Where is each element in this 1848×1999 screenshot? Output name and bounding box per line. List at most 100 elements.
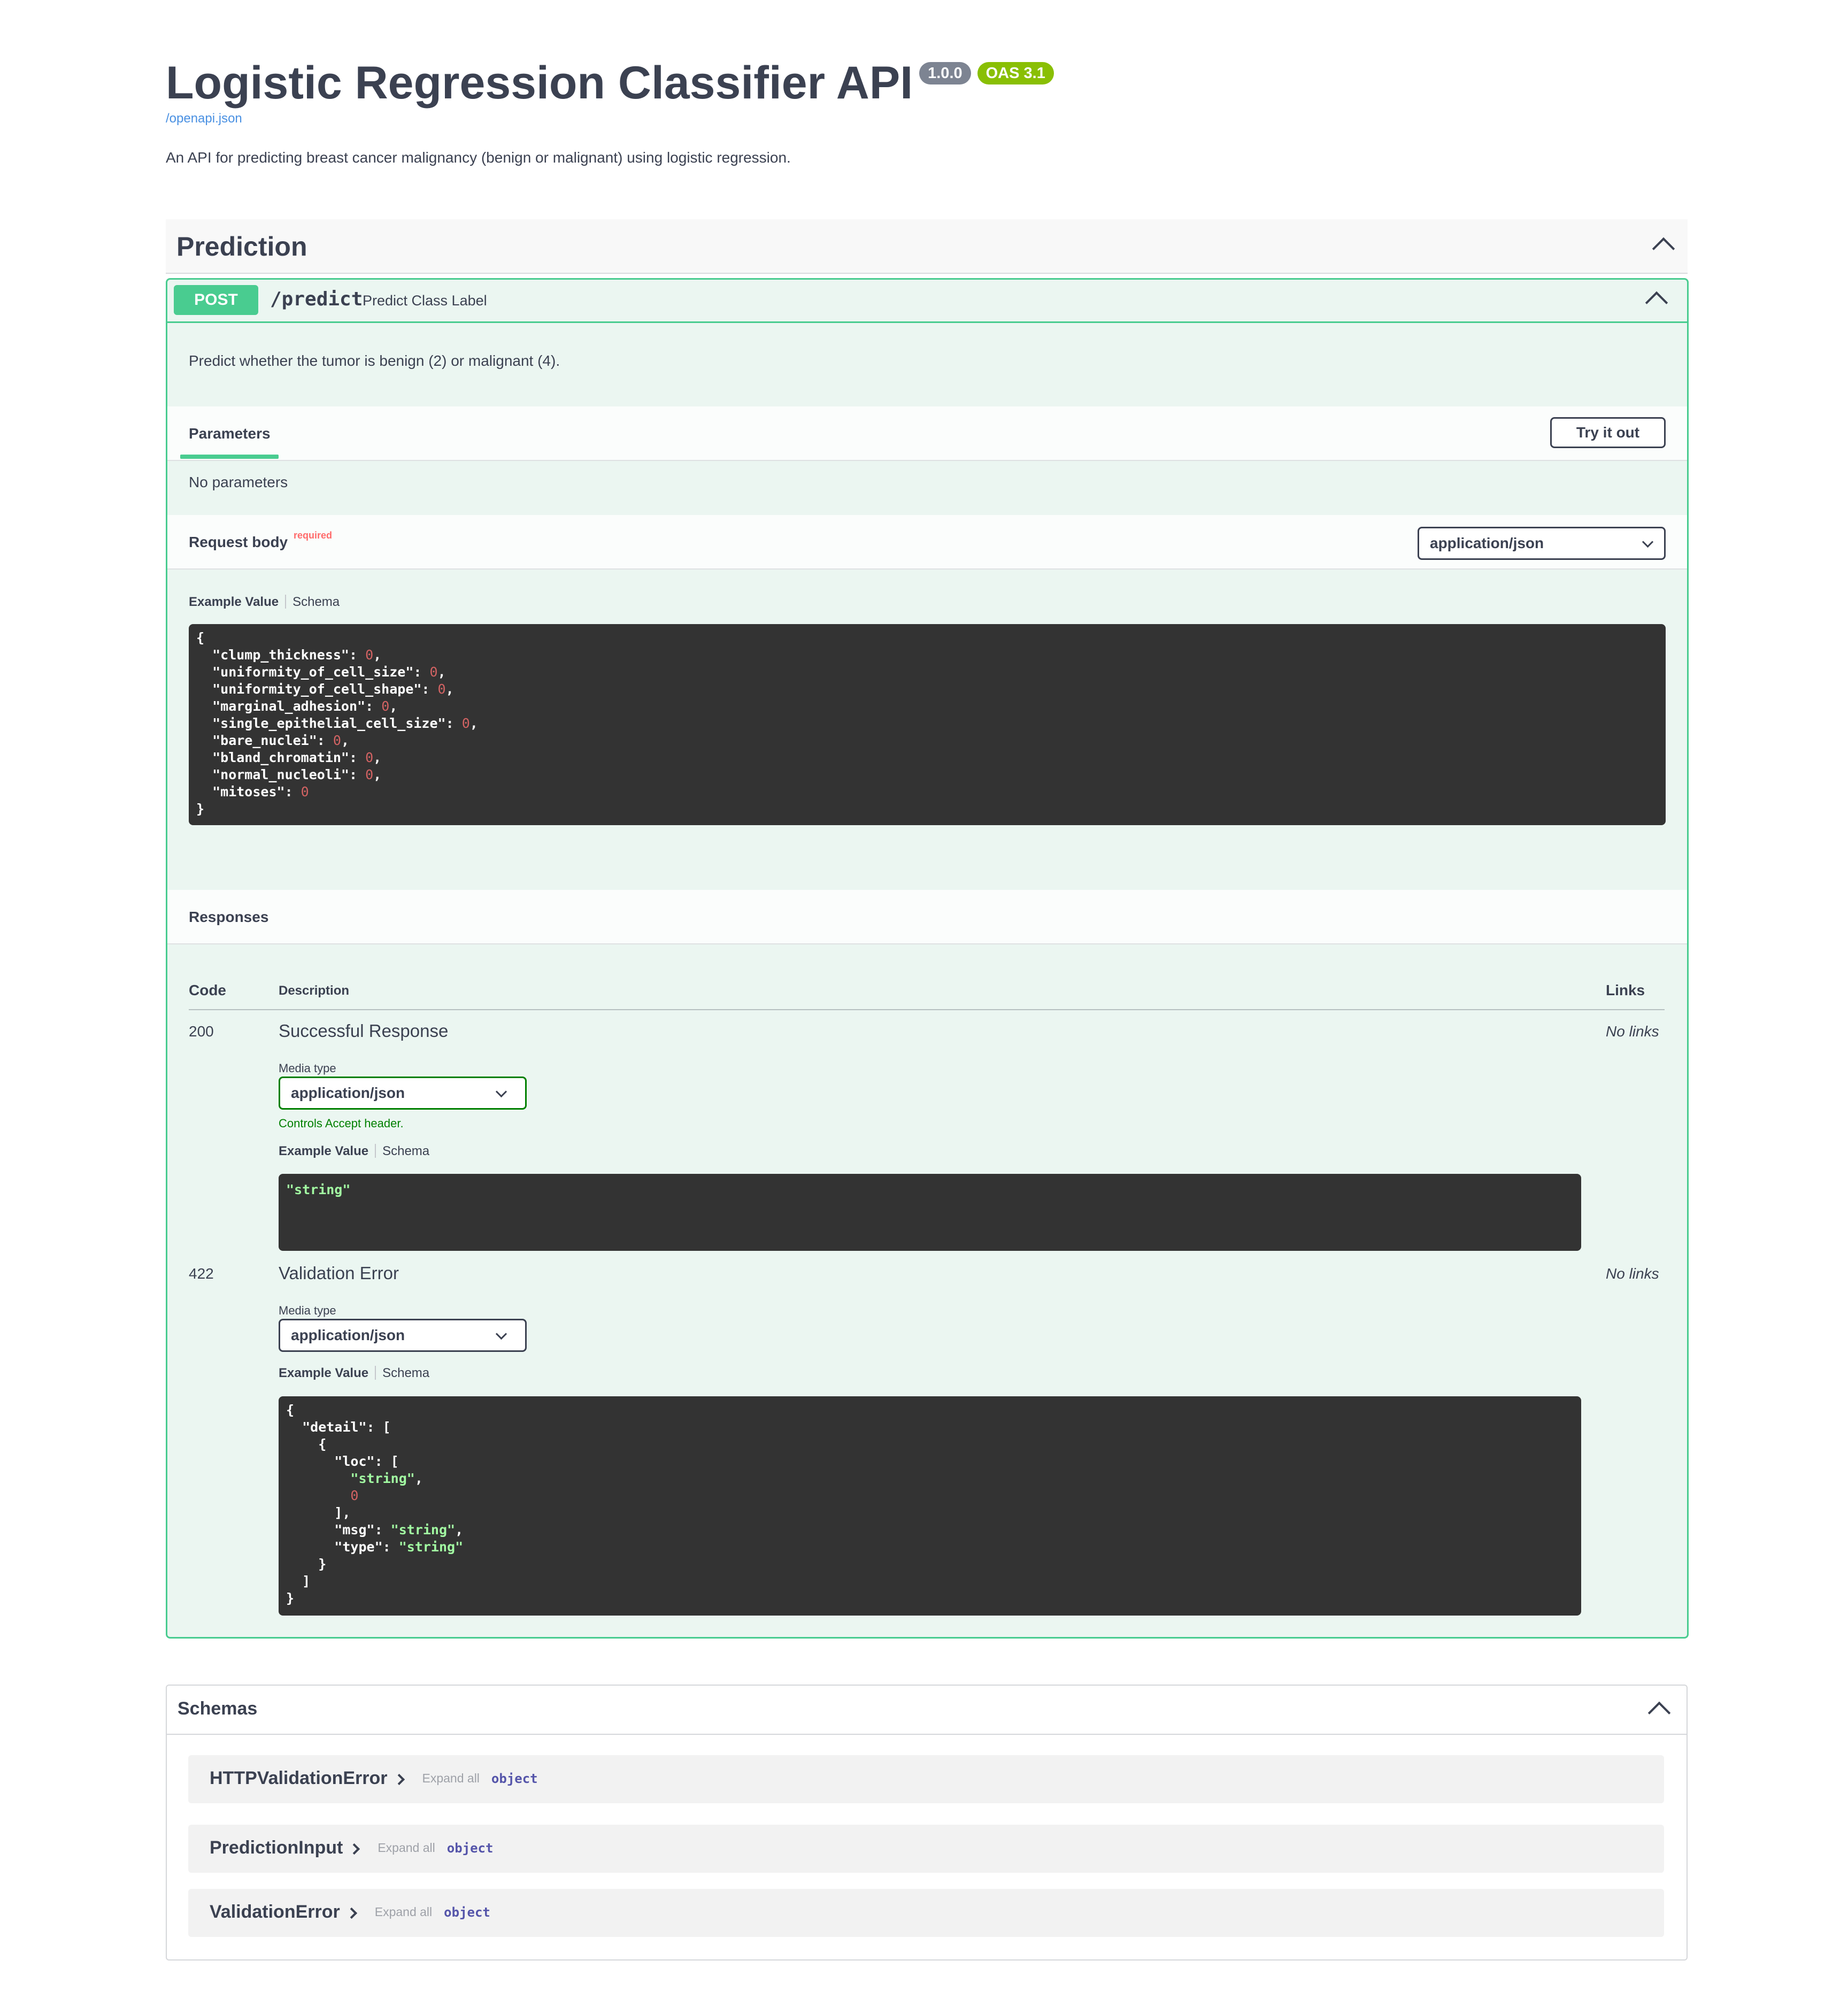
chevron-down-icon: [495, 1328, 507, 1340]
schemas-header[interactable]: Schemas: [167, 1686, 1687, 1735]
code-line: ]: [286, 1573, 311, 1589]
operation-summary-text: Predict Class Label: [363, 293, 487, 309]
code-line: "string",: [350, 1471, 423, 1486]
code-brace: }: [196, 801, 205, 817]
schema-row-httpvalidationerror[interactable]: HTTPValidationError Expand all object: [188, 1755, 1664, 1803]
code-line: "marginal_adhesion": 0,: [196, 698, 397, 714]
code-punct: ,: [373, 767, 382, 782]
chevron-up-icon[interactable]: [1652, 237, 1675, 260]
code-key: "bland_chromatin":: [196, 750, 366, 765]
code-number: 0: [437, 681, 446, 697]
expand-all-link[interactable]: Expand all: [422, 1771, 480, 1786]
api-title-row: Logistic Regression Classifier API 1.0.0…: [166, 60, 1054, 106]
code-number: 0: [365, 647, 374, 663]
code-line: "single_epithelial_cell_size": 0,: [196, 716, 478, 731]
operation-post-predict: POST /predict Predict Class Label Predic…: [166, 278, 1689, 1639]
schema-name[interactable]: PredictionInput: [210, 1837, 343, 1858]
col-description-header: Description: [279, 983, 350, 998]
tab-schema[interactable]: Schema: [382, 1366, 429, 1380]
response-links-422: No links: [1606, 1265, 1659, 1282]
code-line: "bare_nuclei": 0,: [196, 733, 349, 748]
request-body-header: Request body required application/json: [167, 515, 1687, 570]
tag-section-prediction[interactable]: Prediction: [166, 219, 1688, 274]
chevron-right-icon[interactable]: [349, 1843, 360, 1855]
tab-schema[interactable]: Schema: [382, 1144, 429, 1158]
tab-example-value[interactable]: Example Value: [279, 1144, 368, 1158]
schema-type: object: [491, 1771, 538, 1786]
code-line: }: [286, 1590, 295, 1606]
code-string: "string": [398, 1539, 464, 1555]
response-media-type-select-200[interactable]: application/json: [279, 1077, 527, 1110]
tab-example-value[interactable]: Example Value: [189, 595, 279, 609]
code-number: 0: [333, 733, 341, 748]
chevron-right-icon[interactable]: [393, 1773, 405, 1786]
response-description-200: Successful Response: [279, 1021, 449, 1041]
code-line: {: [286, 1402, 295, 1418]
try-it-out-button[interactable]: Try it out: [1550, 417, 1666, 448]
code-number: 0: [381, 698, 390, 714]
code-key: "bare_nuclei":: [196, 733, 333, 748]
response-example-tabs-200: Example Value Schema: [279, 1144, 429, 1159]
table-divider: [189, 1009, 1665, 1010]
schema-type: object: [446, 1840, 494, 1856]
schema-row-validationerror[interactable]: ValidationError Expand all object: [188, 1889, 1664, 1937]
openapi-spec-link[interactable]: /openapi.json: [166, 111, 242, 126]
code-number: 0: [461, 716, 470, 731]
chevron-down-icon: [1642, 536, 1654, 548]
tab-divider: [375, 1366, 376, 1380]
code-number: 0: [429, 664, 438, 680]
expand-all-link[interactable]: Expand all: [375, 1905, 432, 1919]
responses-header: Responses: [167, 890, 1687, 944]
tab-parameters[interactable]: Parameters: [189, 425, 271, 442]
parameters-header: Parameters Try it out: [167, 406, 1687, 461]
schema-name-row: PredictionInput Expand all object: [210, 1837, 493, 1858]
responses-label: Responses: [189, 909, 269, 925]
code-string: "string": [390, 1522, 456, 1537]
chevron-up-icon[interactable]: [1647, 1701, 1671, 1725]
tab-example-value[interactable]: Example Value: [279, 1366, 368, 1380]
code-line: ],: [286, 1505, 351, 1520]
chevron-up-icon[interactable]: [1645, 291, 1668, 314]
tab-schema[interactable]: Schema: [292, 595, 340, 609]
response-example-code-200: "string": [279, 1174, 1581, 1251]
code-punct: ,: [437, 664, 446, 680]
col-links-header: Links: [1606, 982, 1645, 998]
schemas-title: Schemas: [178, 1698, 258, 1719]
code-string: "string": [350, 1471, 415, 1486]
required-flag: required: [294, 530, 333, 541]
code-line: }: [286, 1556, 327, 1572]
chevron-right-icon[interactable]: [345, 1907, 357, 1919]
media-type-label: Media type: [279, 1062, 336, 1075]
request-example-tabs: Example Value Schema: [189, 595, 340, 610]
code-punct: ,: [469, 716, 478, 731]
response-code-200: 200: [189, 1023, 214, 1040]
code-line: "msg": "string",: [286, 1522, 464, 1537]
no-parameters-text: No parameters: [189, 474, 288, 490]
code-key: "uniformity_of_cell_shape":: [196, 681, 438, 697]
schema-row-predictioninput[interactable]: PredictionInput Expand all object: [188, 1825, 1664, 1873]
request-content-type-select[interactable]: application/json: [1418, 527, 1666, 560]
content-type-value: application/json: [1430, 535, 1544, 551]
request-body-label: Request body: [189, 534, 288, 550]
code-number: 0: [301, 784, 309, 799]
code-line: {: [286, 1436, 327, 1452]
swagger-ui: Logistic Regression Classifier API 1.0.0…: [0, 0, 1848, 1999]
media-type-value: application/json: [291, 1085, 405, 1101]
col-code-header: Code: [189, 982, 226, 998]
code-line: "loc": [: [286, 1454, 399, 1469]
schema-name[interactable]: ValidationError: [210, 1902, 340, 1923]
expand-all-link[interactable]: Expand all: [378, 1841, 435, 1855]
code-key: "single_epithelial_cell_size":: [196, 716, 462, 731]
response-example-tabs-422: Example Value Schema: [279, 1366, 429, 1381]
code-line: "uniformity_of_cell_size": 0,: [196, 664, 446, 680]
code-key: "marginal_adhesion":: [196, 698, 382, 714]
code-line: "uniformity_of_cell_shape": 0,: [196, 681, 454, 697]
schema-name[interactable]: HTTPValidationError: [210, 1768, 388, 1789]
code-number: 0: [365, 750, 374, 765]
response-media-type-select-422[interactable]: application/json: [279, 1319, 527, 1352]
operation-summary[interactable]: POST /predict Predict Class Label: [167, 280, 1687, 323]
code-line: 0: [286, 1488, 358, 1503]
request-example-code: { "clump_thickness": 0, "uniformity_of_c…: [189, 624, 1666, 825]
code-number: 0: [350, 1488, 359, 1503]
code-line: "mitoses": 0: [196, 784, 309, 799]
